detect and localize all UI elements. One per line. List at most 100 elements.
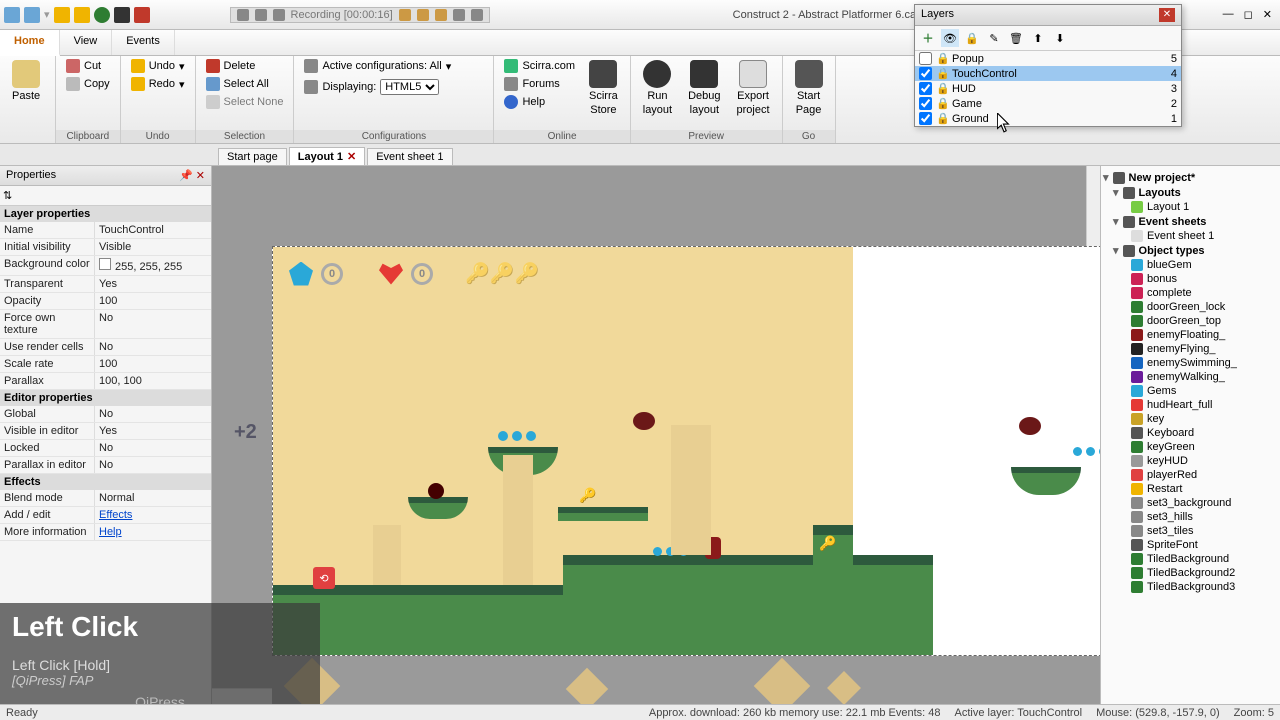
prop-row[interactable]: Initial visibilityVisible bbox=[0, 239, 211, 256]
tree-node[interactable]: set3_hills bbox=[1103, 510, 1278, 524]
stop-icon[interactable] bbox=[134, 7, 150, 23]
tree-node[interactable]: TiledBackground3 bbox=[1103, 580, 1278, 594]
tree-node[interactable]: complete bbox=[1103, 286, 1278, 300]
layer-row[interactable]: 🔒Game2 bbox=[915, 96, 1181, 111]
edit-layer-icon[interactable]: ✎ bbox=[985, 29, 1003, 47]
doctab-layout1[interactable]: Layout 1✕ bbox=[289, 147, 365, 165]
tab-events[interactable]: Events bbox=[112, 30, 175, 55]
tree-node[interactable]: Layout 1 bbox=[1103, 200, 1278, 214]
tab-view[interactable]: View bbox=[60, 30, 113, 55]
expand-icon[interactable]: ▾ bbox=[1113, 244, 1119, 257]
minimize-button[interactable]: — bbox=[1223, 8, 1234, 21]
layer-visible-checkbox[interactable] bbox=[919, 82, 932, 95]
tree-node[interactable]: TiledBackground2 bbox=[1103, 566, 1278, 580]
doctab-eventsheet1[interactable]: Event sheet 1 bbox=[367, 148, 452, 165]
sort-icon[interactable]: ⇅ bbox=[3, 190, 12, 202]
close-button[interactable]: ✕ bbox=[1263, 8, 1272, 21]
prop-row[interactable]: Background color255, 255, 255 bbox=[0, 256, 211, 276]
select-all-button[interactable]: Select All bbox=[202, 76, 288, 92]
prop-row[interactable]: Scale rate100 bbox=[0, 356, 211, 373]
debug-layout-button[interactable]: Debuglayout bbox=[682, 58, 726, 118]
tree-node[interactable]: hudHeart_full bbox=[1103, 398, 1278, 412]
tree-node[interactable]: SpriteFont bbox=[1103, 538, 1278, 552]
expand-icon[interactable]: ▾ bbox=[1113, 186, 1119, 199]
prop-row[interactable]: Add / editEffects bbox=[0, 507, 211, 524]
layer-row[interactable]: 🔒HUD3 bbox=[915, 81, 1181, 96]
layer-row[interactable]: 🔒TouchControl4 bbox=[915, 66, 1181, 81]
prop-row[interactable]: Parallax100, 100 bbox=[0, 373, 211, 390]
prop-row[interactable]: More informationHelp bbox=[0, 524, 211, 541]
prop-row[interactable]: Visible in editorYes bbox=[0, 423, 211, 440]
tree-node[interactable]: Event sheet 1 bbox=[1103, 229, 1278, 243]
tree-node[interactable]: keyHUD bbox=[1103, 454, 1278, 468]
export-project-button[interactable]: Exportproject bbox=[731, 58, 776, 118]
cut-button[interactable]: Cut bbox=[62, 58, 114, 74]
tree-node[interactable]: Gems bbox=[1103, 384, 1278, 398]
prop-row[interactable]: TransparentYes bbox=[0, 276, 211, 293]
tree-node[interactable]: ▾Event sheets bbox=[1103, 214, 1278, 229]
run-layout-button[interactable]: Runlayout bbox=[637, 58, 678, 118]
forums-link[interactable]: Forums bbox=[500, 76, 579, 92]
prop-row[interactable]: LockedNo bbox=[0, 440, 211, 457]
pin-icon[interactable]: 📌 bbox=[179, 170, 193, 182]
tab-home[interactable]: Home bbox=[0, 30, 60, 56]
copy-button[interactable]: Copy bbox=[62, 76, 114, 92]
tree-node[interactable]: enemyWalking_ bbox=[1103, 370, 1278, 384]
help-link[interactable]: Help bbox=[500, 94, 579, 110]
save-icon[interactable] bbox=[4, 7, 20, 23]
tree-node[interactable]: key bbox=[1103, 412, 1278, 426]
scirra-link[interactable]: Scirra.com bbox=[500, 58, 579, 74]
undo-button[interactable]: Undo▾ bbox=[127, 58, 189, 74]
tree-node[interactable]: Keyboard bbox=[1103, 426, 1278, 440]
layout-canvas[interactable]: +2 0 0 🔑🔑🔑 bbox=[212, 166, 1100, 704]
tree-node[interactable]: set3_background bbox=[1103, 496, 1278, 510]
prop-row[interactable]: NameTouchControl bbox=[0, 222, 211, 239]
tree-node[interactable]: playerRed bbox=[1103, 468, 1278, 482]
prop-row[interactable]: Parallax in editorNo bbox=[0, 457, 211, 474]
tree-node[interactable]: doorGreen_lock bbox=[1103, 300, 1278, 314]
undo-icon[interactable] bbox=[54, 7, 70, 23]
tree-node[interactable]: Restart bbox=[1103, 482, 1278, 496]
expand-icon[interactable]: ▾ bbox=[1103, 171, 1109, 184]
paste-button[interactable]: Paste bbox=[6, 58, 46, 104]
layer-row[interactable]: 🔒Ground1 bbox=[915, 111, 1181, 126]
close-tab-icon[interactable]: ✕ bbox=[347, 150, 356, 163]
scirra-store-button[interactable]: ScirraStore bbox=[583, 58, 624, 118]
tree-node[interactable]: ▾New project* bbox=[1103, 170, 1278, 185]
tree-node[interactable]: enemySwimming_ bbox=[1103, 356, 1278, 370]
tree-node[interactable]: TiledBackground bbox=[1103, 552, 1278, 566]
close-panel-icon[interactable]: ✕ bbox=[196, 170, 205, 182]
prop-row[interactable]: Force own textureNo bbox=[0, 310, 211, 339]
displaying-select[interactable]: HTML5 bbox=[380, 79, 439, 95]
tree-node[interactable]: keyGreen bbox=[1103, 440, 1278, 454]
prop-row[interactable]: GlobalNo bbox=[0, 406, 211, 423]
lock-icon[interactable]: 🔒 bbox=[963, 29, 981, 47]
delete-button[interactable]: Delete bbox=[202, 58, 288, 74]
save-all-icon[interactable] bbox=[24, 7, 40, 23]
maximize-button[interactable]: ◻ bbox=[1244, 8, 1253, 21]
visibility-icon[interactable]: 👁 bbox=[941, 29, 959, 47]
tree-node[interactable]: doorGreen_top bbox=[1103, 314, 1278, 328]
layer-visible-checkbox[interactable] bbox=[919, 67, 932, 80]
redo-icon[interactable] bbox=[74, 7, 90, 23]
add-layer-icon[interactable]: ＋ bbox=[919, 29, 937, 47]
tree-node[interactable]: bonus bbox=[1103, 272, 1278, 286]
layer-down-icon[interactable]: ⬇ bbox=[1051, 29, 1069, 47]
tree-node[interactable]: enemyFloating_ bbox=[1103, 328, 1278, 342]
prop-row[interactable]: Opacity100 bbox=[0, 293, 211, 310]
tree-node[interactable]: ▾Layouts bbox=[1103, 185, 1278, 200]
layer-visible-checkbox[interactable] bbox=[919, 52, 932, 65]
redo-button[interactable]: Redo▾ bbox=[127, 76, 189, 92]
layer-up-icon[interactable]: ⬆ bbox=[1029, 29, 1047, 47]
debug-icon[interactable] bbox=[114, 7, 130, 23]
layer-row[interactable]: 🔒Popup5 bbox=[915, 51, 1181, 66]
expand-icon[interactable]: ▾ bbox=[1113, 215, 1119, 228]
layer-visible-checkbox[interactable] bbox=[919, 112, 932, 125]
start-page-button[interactable]: StartPage bbox=[789, 58, 829, 118]
prop-row[interactable]: Use render cellsNo bbox=[0, 339, 211, 356]
run-icon[interactable] bbox=[94, 7, 110, 23]
doctab-start-page[interactable]: Start page bbox=[218, 148, 287, 165]
tree-node[interactable]: enemyFlying_ bbox=[1103, 342, 1278, 356]
active-config[interactable]: Active configurations: All▾ bbox=[300, 58, 455, 74]
layout-stage[interactable]: 0 0 🔑🔑🔑 bbox=[272, 246, 1100, 656]
